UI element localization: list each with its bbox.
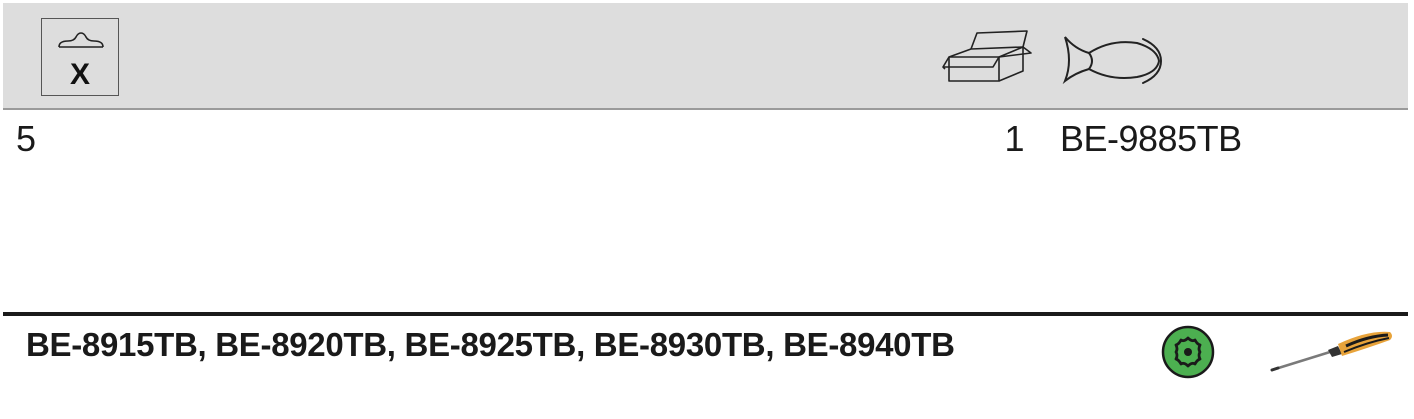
torx-icon (1161, 325, 1215, 379)
section-divider (3, 312, 1408, 316)
box-icon (942, 30, 1032, 82)
quantity-value: 5 (16, 118, 36, 159)
pack-quantity-value: 1 (1004, 118, 1024, 159)
fish-icon (1062, 36, 1163, 85)
hang-hole-icon (58, 32, 104, 48)
reference-code: BE-9885TB (1060, 118, 1242, 159)
compatible-references: BE-8915TB, BE-8920TB, BE-8925TB, BE-8930… (26, 326, 955, 363)
header-band: X (3, 3, 1408, 110)
hang-quantity-label: X (69, 58, 90, 91)
screwdriver-icon (1270, 331, 1392, 372)
hang-packaging-symbol: X (41, 18, 119, 96)
